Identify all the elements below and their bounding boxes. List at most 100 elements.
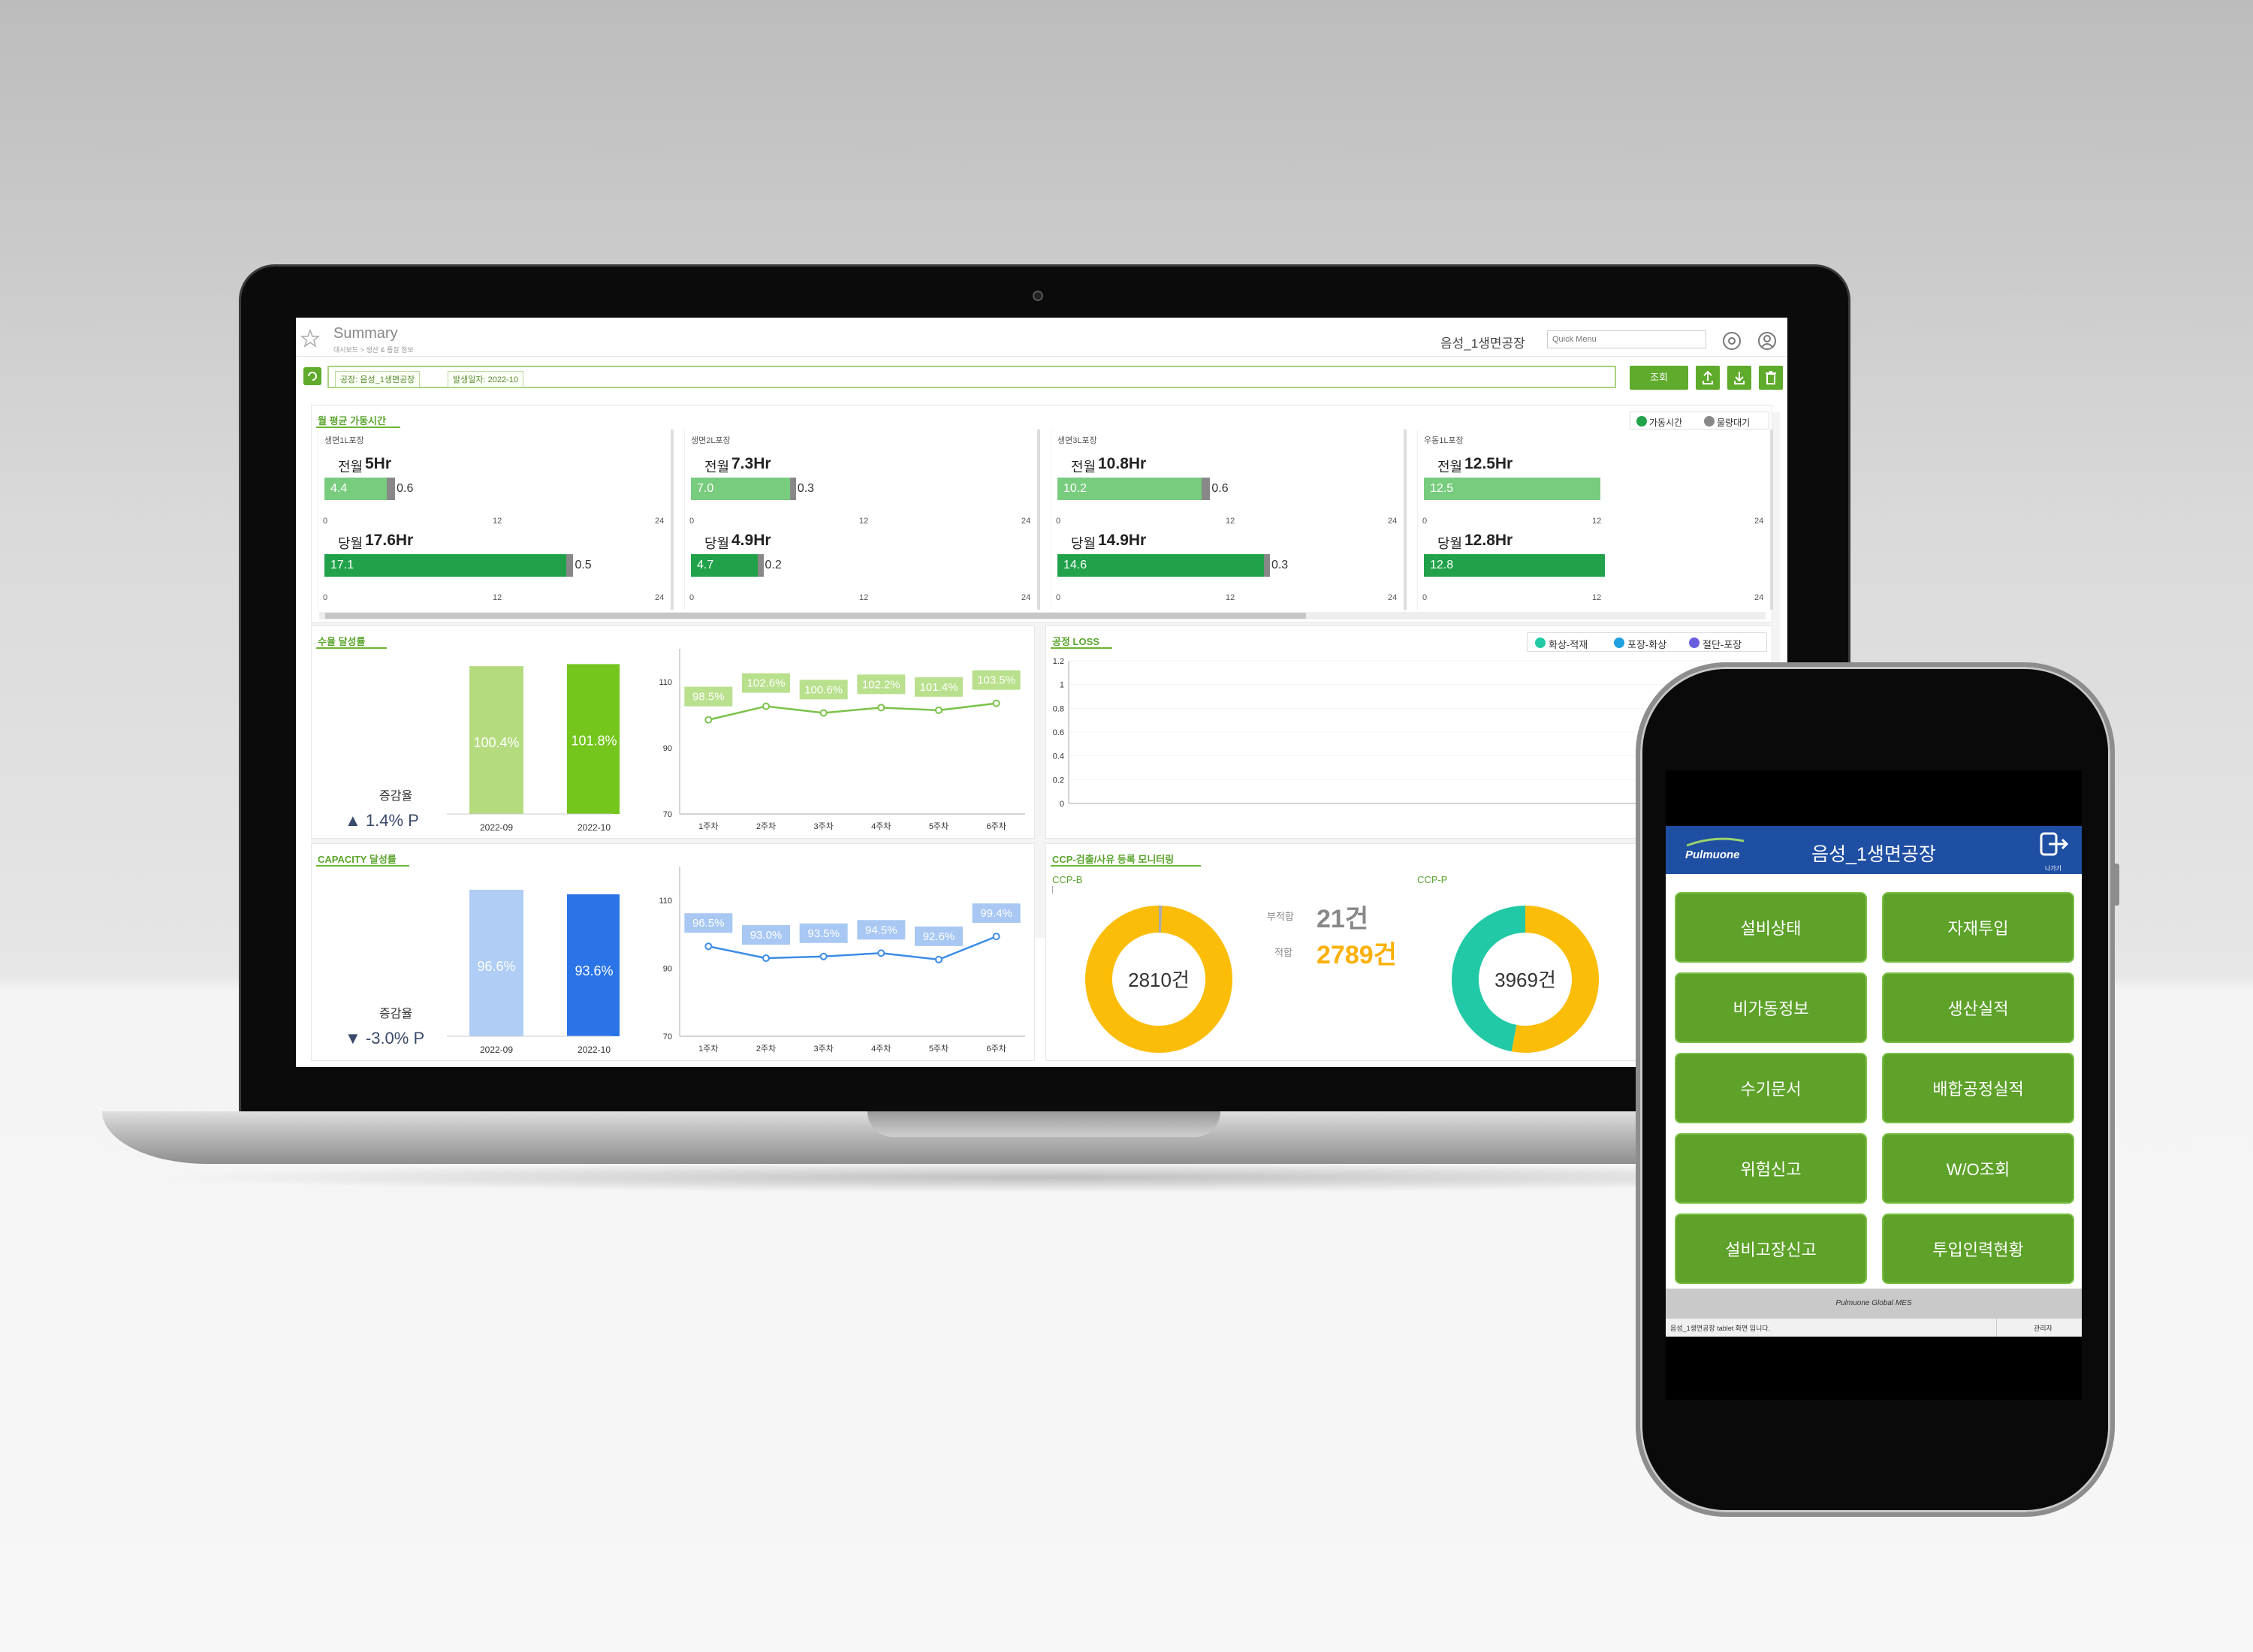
logout-label: 나가기 [2044,865,2062,872]
phone-header: Pulmuone 음성_1생면공장 나가기 [1666,826,2082,874]
data-point [819,952,828,960]
data-point [877,949,885,957]
date-filter-tag[interactable]: 발생일자: 2022-10 [448,371,523,387]
data-label: 98.5% [692,691,725,704]
curr-wait-bar [757,554,764,577]
curr-run-bar: 4.7 [691,554,758,577]
logout-button[interactable]: 나가기 [2037,831,2070,872]
footer-brand: Pulmuone Global MES [1835,1299,1912,1307]
axis-12: 12 [493,593,502,602]
data-point [935,955,943,963]
capacity-line-chart: 110 90 70 1주차 2주차 3주차 4주차 5주차 6주차 96.5% 93.0% 93.5%… [659,867,1025,1054]
phone-menu-button[interactable]: 설비고장신고 [1675,1213,1867,1284]
filter-bar[interactable]: 공장: 음성_1생면공장 발생일자: 2022-10 [327,366,1616,388]
quick-menu-input[interactable] [1547,330,1706,348]
axis-0: 0 [1422,517,1428,526]
x-tick-label: 2022-09 [480,1045,513,1055]
x-tick-label: 2022-09 [480,822,513,833]
prev-wait-bar [1202,478,1211,500]
download-icon [1734,372,1745,384]
y-tick-label: 1.2 [1053,657,1064,666]
prev-month-total: 7.3Hr [731,455,771,472]
laptop-notch [867,1111,1220,1137]
axis-24: 24 [655,517,665,526]
data-point [762,702,770,710]
uptime-title: 월 평균 가동시간 [318,415,386,427]
axis-0: 0 [323,517,328,526]
yield-panel: 수율 달성률 증감율 ▲ 1.4% P 100.4% 2022-09 101.8% 2… [311,626,1035,839]
ccp-b-donut: 2810건 [1085,906,1232,1053]
capacity-change-label: 증감율 [379,1008,413,1020]
phone-menu-button[interactable]: 투입인력현황 [1882,1213,2074,1284]
data-point [704,942,713,951]
phone-menu-button[interactable]: 위험신고 [1675,1133,1867,1204]
data-point [877,704,885,712]
x-tick-label: 5주차 [929,821,949,831]
fit-label: 적합 [1274,947,1292,958]
search-button[interactable]: 조회 [1630,366,1688,390]
factory-filter-tag[interactable]: 공장: 음성_1생면공장 [335,371,421,387]
curr-month-total: 12.8Hr [1464,532,1513,549]
axis-24: 24 [1021,593,1031,602]
legend-uptime: 가동시간 [1649,418,1683,428]
fit-value: 2789건 [1317,941,1397,969]
refresh-icon [308,372,317,381]
page-title: Summary [333,325,398,342]
prev-wait-label: 0.3 [797,482,815,495]
user-icon[interactable] [1757,330,1778,351]
curr-month-label: 당월 [338,536,363,551]
axis-24: 24 [1754,517,1764,526]
star-icon[interactable] [300,329,320,348]
capacity-change-value: ▼ -3.0% P [345,1029,425,1048]
axis-24: 24 [1388,517,1398,526]
curr-wait-bar [566,554,574,577]
curr-month-label: 당월 [704,536,730,551]
prev-month-label: 전월 [704,460,730,475]
laptop-camera [1033,291,1043,301]
settings-icon[interactable] [1721,330,1742,351]
loss-legend: 화상-적재 포장-화상 절단-포장 [1527,632,1767,652]
phone-menu-button[interactable]: 수기문서 [1675,1053,1867,1123]
x-tick-label: 4주차 [871,1044,891,1054]
phone-menu-button[interactable]: 자재투입 [1882,892,2074,963]
uptime-panel: 월 평균 가동시간 가동시간 물량대기 생면1L포장 전월 5Hr 4.4 0.… [311,405,1773,623]
bar-value-label: 101.8% [571,733,617,748]
donut-center-label: 3969건 [1494,969,1556,991]
axis-24: 24 [1754,593,1764,602]
phone-menu-button[interactable]: 설비상태 [1675,892,1867,963]
unfit-value: 21건 [1317,905,1369,933]
curr-wait-bar [1263,554,1270,577]
axis-24: 24 [1021,517,1031,526]
curr-month-label: 당월 [1437,536,1463,551]
download-button[interactable] [1727,366,1751,390]
data-point [819,709,828,717]
delete-button[interactable] [1759,366,1783,390]
bar-value-label: 100.4% [473,735,519,750]
scrollbar-thumb[interactable] [325,613,1306,619]
phone-menu-button[interactable]: 생산실적 [1882,972,2074,1043]
data-point [704,716,713,724]
y-tick-label: 90 [663,965,672,974]
data-label: 103.5% [977,674,1015,687]
status-text: 음성_1생면공장 tablet 화면 입니다. [1670,1325,1771,1332]
prev-month-label: 전월 [1071,460,1096,475]
upload-button[interactable] [1696,366,1720,390]
uptime-line-card: 생면3L포장 전월 10.8Hr 10.2 0.6 0 12 24 당월 14.9… [1051,430,1407,610]
prev-wait-bar [789,478,796,500]
phone-menu-button[interactable]: W/O조회 [1882,1133,2074,1204]
uptime-scrollbar[interactable] [319,612,1766,620]
phone-menu-button[interactable]: 배합공정실적 [1882,1053,2074,1123]
y-tick-label: 0.4 [1053,752,1064,761]
axis-12: 12 [1592,517,1602,526]
data-label: 93.5% [807,927,840,940]
x-tick-label: 5주차 [929,1044,949,1054]
data-point [935,706,943,714]
line-name: 우동1L포장 [1424,436,1464,445]
y-tick-label: 110 [659,897,672,906]
prev-wait-label: 0.6 [1211,482,1229,495]
y-tick-label: 0 [1060,800,1064,809]
refresh-button[interactable] [303,367,321,385]
data-label: 92.6% [923,930,955,943]
phone-menu-button[interactable]: 비가동정보 [1675,972,1867,1043]
axis-0: 0 [1056,517,1061,526]
